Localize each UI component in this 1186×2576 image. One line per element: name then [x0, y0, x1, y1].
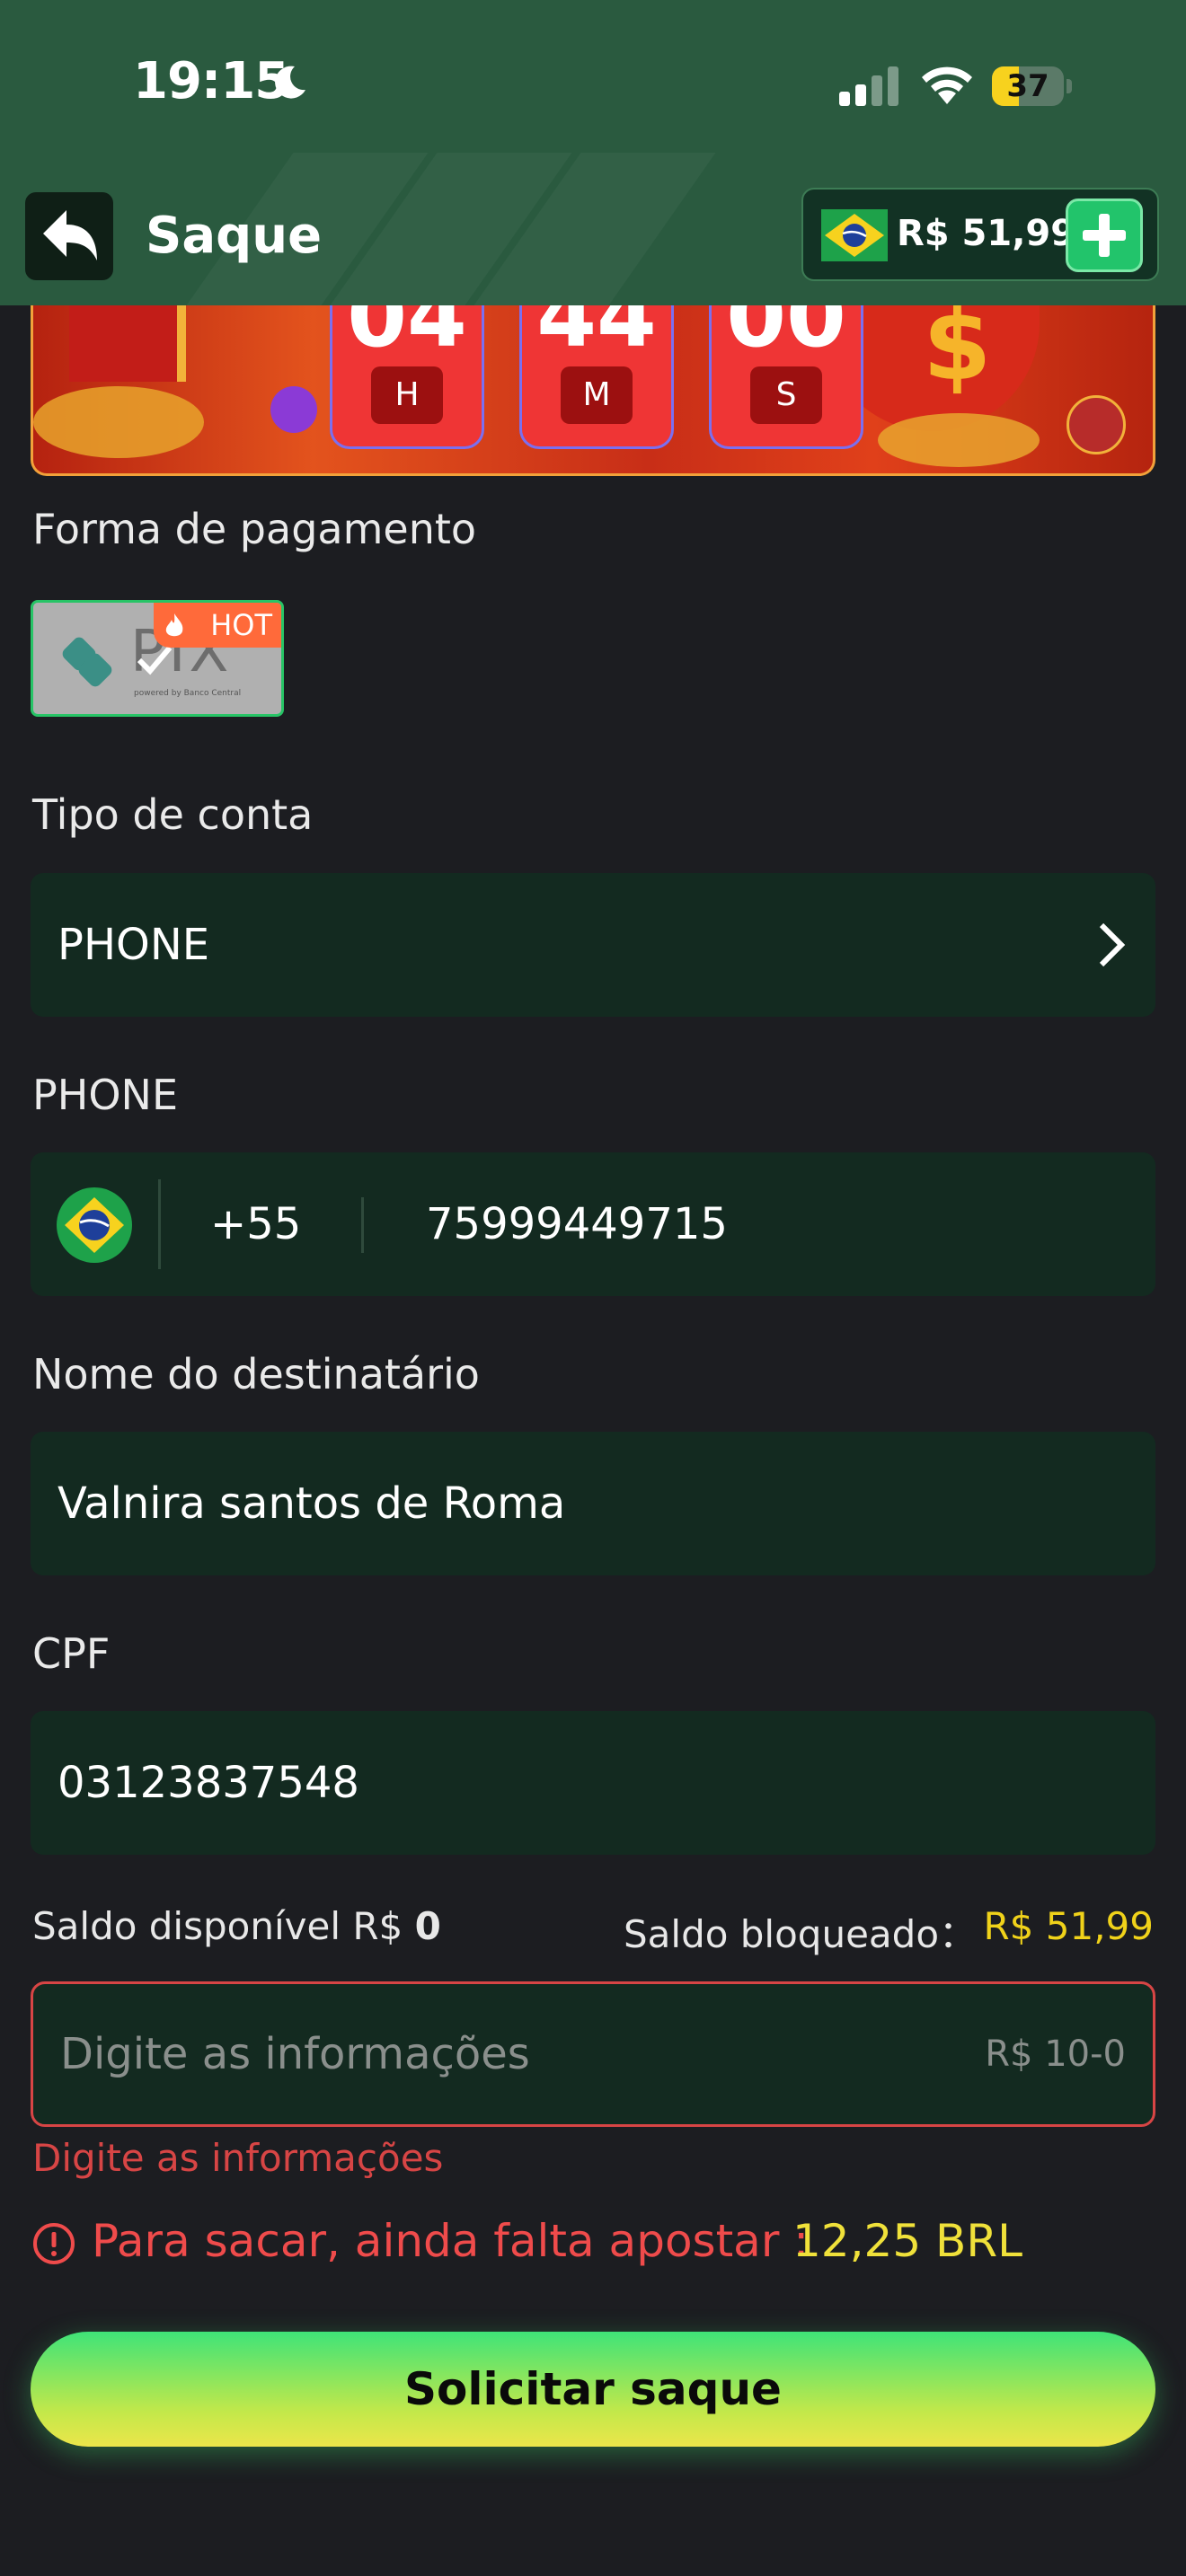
brazil-flag-icon[interactable]: [56, 1187, 133, 1264]
account-type-label: Tipo de conta: [32, 790, 314, 839]
header-balance-chip[interactable]: R$ 51,99: [801, 188, 1159, 281]
cell-signal-icon: [839, 66, 898, 106]
status-time: 19:15: [133, 52, 289, 110]
countdown-seconds: 00 S: [709, 296, 863, 449]
header-balance: R$ 51,99: [897, 213, 1076, 254]
brazil-flag-icon: [821, 209, 888, 261]
chevron-right-icon: [1099, 922, 1126, 967]
request-withdraw-button[interactable]: Solicitar saque: [31, 2332, 1155, 2447]
phone-label: PHONE: [32, 1071, 179, 1119]
countdown-hours: 04 H: [330, 296, 484, 449]
alert-circle-icon: [33, 2223, 75, 2264]
flame-icon: [165, 613, 183, 637]
cpf-label: CPF: [32, 1629, 111, 1678]
promo-banner: $ 04 H 44 M 00 S: [31, 296, 1155, 476]
phone-number-input[interactable]: 75999449715: [426, 1152, 728, 1296]
plus-icon: [1083, 214, 1126, 257]
back-button[interactable]: [25, 192, 113, 280]
dollar-sign-decoration: $: [923, 296, 992, 402]
top-header: 19:15 37 Saque R$ 51,99: [0, 0, 1186, 305]
gem-decoration: [270, 386, 317, 433]
amount-placeholder: Digite as informações: [60, 2029, 530, 2079]
deposit-add-button[interactable]: [1066, 198, 1143, 272]
amount-range: R$ 10-0: [985, 2033, 1126, 2075]
recipient-label: Nome do destinatário: [32, 1350, 480, 1398]
blocked-balance-label: Saldo bloqueado：: [624, 1912, 978, 1956]
pix-caption: powered by Banco Central: [134, 689, 242, 698]
warning-text: Para sacar, ainda falta apostar :: [92, 2215, 810, 2267]
coins-decoration: [33, 386, 204, 458]
hot-badge-text: HOT: [210, 608, 272, 642]
wifi-icon: [922, 66, 972, 104]
pix-logo-icon: [62, 637, 112, 687]
checkmark-icon: [137, 646, 173, 675]
account-type-select[interactable]: PHONE: [31, 873, 1155, 1017]
page-title: Saque: [146, 207, 323, 265]
account-type-value: PHONE: [58, 920, 210, 970]
coins-decoration: [878, 413, 1040, 467]
withdraw-amount-input[interactable]: Digite as informações R$ 10-0: [31, 1981, 1155, 2127]
available-balance-label: Saldo disponível R$: [32, 1904, 403, 1948]
battery-indicator: 37: [992, 66, 1073, 106]
moon-icon: [275, 66, 305, 99]
back-arrow-icon: [43, 210, 97, 260]
recipient-name-input[interactable]: Valnira santos de Roma: [31, 1432, 1155, 1575]
hot-badge: HOT: [154, 603, 281, 648]
cpf-input[interactable]: 03123837548: [31, 1711, 1155, 1855]
countdown-minutes: 44 M: [519, 296, 674, 449]
payment-method-label: Forma de pagamento: [32, 505, 477, 553]
request-withdraw-label: Solicitar saque: [404, 2363, 782, 2415]
gift-box-decoration: [69, 296, 186, 382]
pix-payment-option[interactable]: PIX powered by Banco Central HOT: [31, 600, 284, 717]
phone-field[interactable]: +55 75999449715: [31, 1152, 1155, 1296]
battery-level: 37: [1006, 68, 1049, 104]
divider: [158, 1179, 161, 1269]
cpf-value: 03123837548: [58, 1758, 359, 1808]
country-code[interactable]: +55: [210, 1152, 301, 1296]
recipient-name-value: Valnira santos de Roma: [58, 1478, 566, 1529]
coin-decoration: [1067, 395, 1126, 454]
available-balance: Saldo disponível R$ 0: [32, 1904, 441, 1948]
divider: [361, 1197, 364, 1253]
warning-amount: 12,25 BRL: [792, 2215, 1022, 2267]
available-balance-value: 0: [414, 1904, 441, 1948]
amount-error-text: Digite as informações: [32, 2136, 444, 2180]
blocked-balance-value: R$ 51,99: [983, 1904, 1155, 1948]
balance-row: Saldo disponível R$ 0 Saldo bloqueado： R…: [31, 1904, 1155, 1958]
